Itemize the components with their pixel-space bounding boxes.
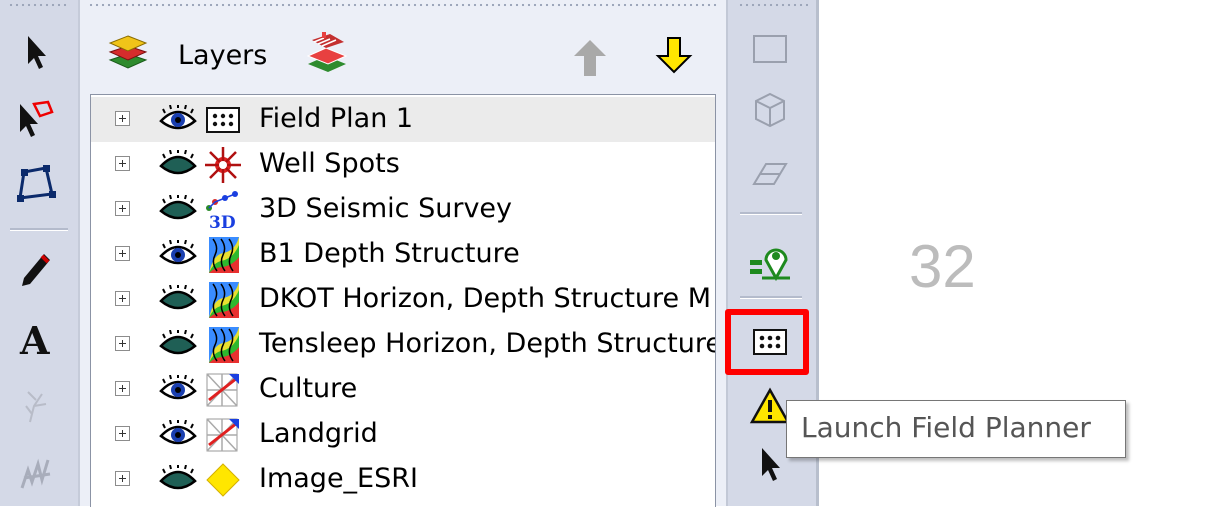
layer-manager-icon: [306, 32, 348, 72]
hidden-eye-icon[interactable]: [159, 195, 197, 223]
layer-name: Image_ESRI: [259, 463, 418, 494]
visible-eye-icon[interactable]: [159, 420, 197, 448]
image-diamond-icon: [206, 463, 240, 497]
layer-row[interactable]: Well Spots: [91, 142, 715, 187]
layers-tree[interactable]: Field Plan 1 Well Spots 3D 3D Seismic Su…: [90, 94, 716, 507]
expand-icon[interactable]: [115, 336, 130, 351]
sketch-disabled-icon: [25, 391, 47, 423]
expand-icon[interactable]: [115, 381, 130, 396]
locate-marker-icon: [750, 248, 790, 282]
visible-eye-icon[interactable]: [159, 240, 197, 268]
expand-icon[interactable]: [115, 246, 130, 261]
layer-row[interactable]: Field Plan 1: [91, 97, 715, 142]
layer-name: Well Spots: [259, 148, 400, 179]
culture-icon: [206, 373, 239, 407]
contour-map-icon: [209, 327, 239, 363]
toolbar-separator: [740, 212, 802, 215]
canvas-label: 32: [909, 233, 976, 300]
hidden-eye-icon[interactable]: [159, 285, 197, 313]
arrow-up-disabled-icon: [574, 40, 606, 76]
select-region-tool[interactable]: [6, 96, 66, 140]
polygon-tool[interactable]: [6, 162, 66, 206]
layers-panel: Layers Field Plan 1 Well Spots 3D 3D Sei…: [80, 0, 728, 507]
field-plan-icon: [206, 107, 240, 133]
layer-row[interactable]: Culture: [91, 367, 715, 412]
cube-disabled-icon: [755, 92, 785, 128]
expand-icon[interactable]: [115, 156, 130, 171]
visible-eye-icon[interactable]: [159, 105, 197, 133]
layer-name: Field Plan 1: [259, 103, 414, 134]
locate-well-tool[interactable]: [740, 240, 800, 284]
layer-manager-button[interactable]: [304, 30, 350, 76]
layer-name: Landgrid: [259, 418, 378, 449]
eraser-disabled-icon: [752, 163, 788, 185]
arrow-down-icon: [655, 37, 693, 74]
symbol-tool[interactable]: [6, 384, 66, 428]
expand-icon[interactable]: [115, 426, 130, 441]
layer-row[interactable]: B1 Depth Structure: [91, 232, 715, 277]
layer-name: B1 Depth Structure: [259, 238, 520, 269]
layer-row[interactable]: Image_ESRI: [91, 457, 715, 502]
well-spot-icon: [205, 147, 241, 183]
text-a-icon: A: [19, 320, 50, 360]
highlight-box: [725, 309, 809, 375]
pencil-tool[interactable]: [6, 248, 66, 292]
toolbar-grip[interactable]: [8, 3, 70, 7]
tooltip: Launch Field Planner: [786, 400, 1126, 458]
left-toolbar: A: [0, 0, 80, 506]
expand-icon[interactable]: [115, 291, 130, 306]
select-arrow-tool[interactable]: [6, 30, 66, 74]
arrow-region-icon: [20, 100, 54, 137]
freehand-tool[interactable]: [6, 448, 66, 492]
move-layer-up-button[interactable]: [570, 36, 610, 80]
rectangle-disabled-icon: [753, 35, 787, 63]
contour-map-icon: [209, 282, 239, 318]
eraser-tool[interactable]: [740, 150, 800, 194]
tooltip-text: Launch Field Planner: [801, 411, 1091, 444]
landgrid-icon: [206, 418, 239, 452]
arrow-cursor-icon: [28, 36, 46, 69]
layer-row[interactable]: 3D 3D Seismic Survey: [91, 187, 715, 232]
layer-row[interactable]: DKOT Horizon, Depth Structure M: [91, 277, 715, 322]
layer-name: DKOT Horizon, Depth Structure M: [259, 283, 712, 314]
seismic-3d-icon: 3D: [206, 191, 238, 230]
arrow-cursor-icon: [762, 448, 780, 481]
hidden-eye-icon[interactable]: [159, 465, 197, 493]
freehand-disabled-icon: [20, 458, 51, 489]
layer-row[interactable]: Tensleep Horizon, Depth Structure: [91, 322, 715, 367]
layers-stack-icon: [106, 30, 150, 74]
layers-header: Layers: [80, 0, 726, 94]
text-tool[interactable]: A: [6, 318, 66, 362]
layer-name: 3D Seismic Survey: [259, 193, 513, 224]
svg-text:3D: 3D: [209, 213, 236, 230]
contour-map-icon: [209, 237, 239, 273]
polygon-icon: [17, 165, 56, 202]
layer-name: Tensleep Horizon, Depth Structure: [259, 328, 716, 359]
hidden-eye-icon[interactable]: [159, 150, 197, 178]
layers-title: Layers: [178, 40, 268, 71]
toolbar-separator: [740, 296, 802, 299]
move-layer-down-button[interactable]: [654, 34, 694, 78]
expand-icon[interactable]: [115, 471, 130, 486]
layer-name: Culture: [259, 373, 358, 404]
pencil-icon: [22, 254, 50, 286]
visible-eye-icon[interactable]: [159, 375, 197, 403]
toolbar-grip[interactable]: [738, 3, 808, 7]
svg-text:A: A: [19, 320, 50, 360]
expand-icon[interactable]: [115, 201, 130, 216]
expand-icon[interactable]: [115, 111, 130, 126]
toolbar-separator: [10, 228, 68, 231]
hidden-eye-icon[interactable]: [159, 330, 197, 358]
layer-row[interactable]: Landgrid: [91, 412, 715, 457]
cube-tool[interactable]: [740, 88, 800, 132]
rectangle-tool[interactable]: [740, 26, 800, 70]
panel-grip[interactable]: [88, 3, 718, 7]
